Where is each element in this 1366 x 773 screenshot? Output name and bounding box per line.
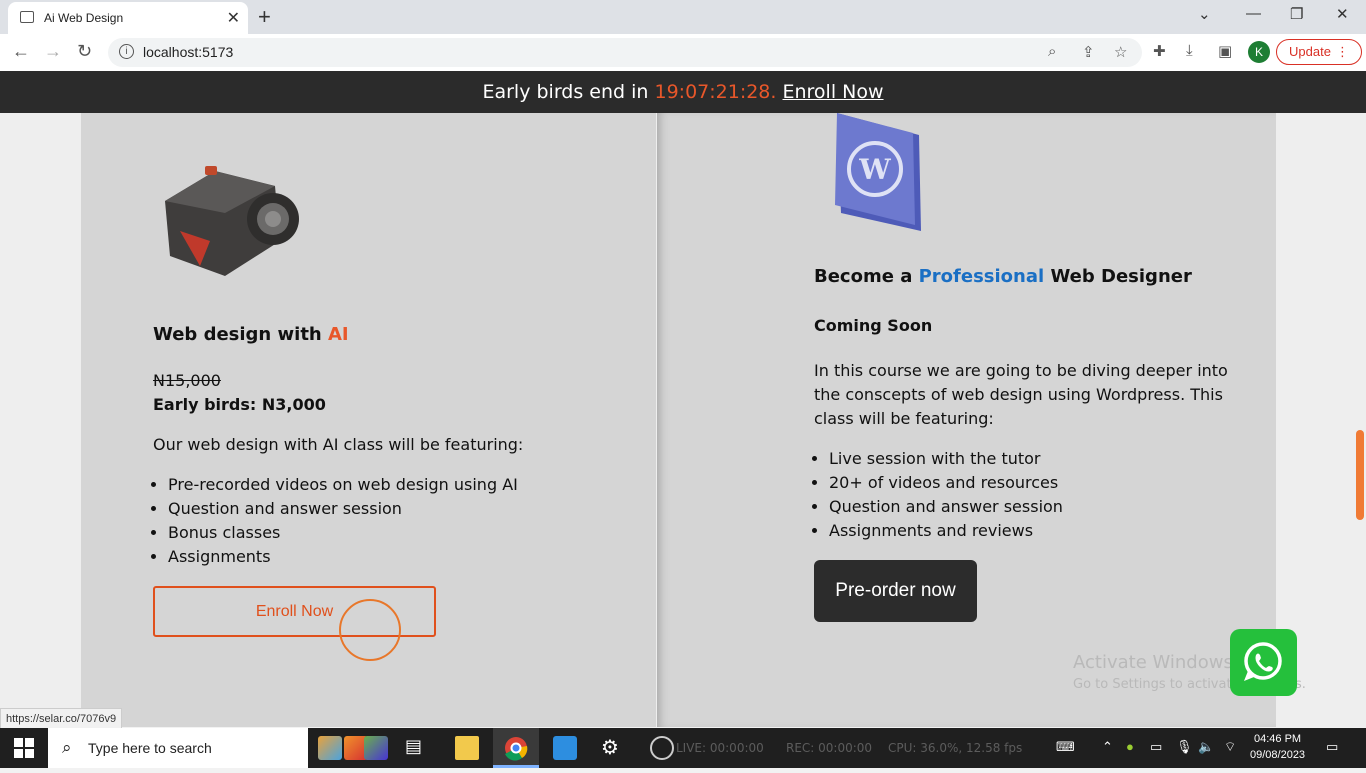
pencils-app-icon[interactable] — [364, 736, 388, 760]
list-item: Bonus classes — [168, 521, 518, 545]
countdown-timer: 19:07:21:28. — [654, 81, 777, 103]
course-title-suffix: Web Designer — [1044, 266, 1192, 287]
share-icon[interactable]: ⇪ — [1082, 43, 1095, 61]
zoom-search-icon[interactable]: ⌕ — [1048, 43, 1056, 60]
chrome-icon — [493, 737, 539, 768]
course-card-wordpress: W Become a Professional Web Designer Com… — [657, 113, 1276, 727]
tray-app-icon[interactable]: ● — [1126, 739, 1134, 754]
vscode-icon[interactable] — [553, 736, 577, 760]
page-favicon-icon — [20, 11, 34, 23]
site-info-icon[interactable]: i — [119, 44, 134, 59]
click-indicator — [339, 599, 401, 661]
profile-avatar[interactable]: K — [1248, 41, 1270, 63]
new-tab-icon[interactable]: + — [258, 4, 271, 30]
whatsapp-button[interactable] — [1230, 629, 1297, 696]
whatsapp-icon — [1244, 642, 1282, 681]
early-bird-banner: Early birds end in 19:07:21:28. Enroll N… — [0, 71, 1366, 113]
window-close-icon[interactable]: ✕ — [1336, 5, 1349, 23]
restore-icon[interactable]: ❐ — [1290, 5, 1303, 23]
taskbar-search[interactable]: ⌕ Type here to search — [48, 728, 308, 768]
old-price: N15,000 — [153, 371, 221, 390]
clock-time: 04:46 PM — [1253, 733, 1302, 745]
file-explorer-icon[interactable] — [455, 736, 479, 760]
download-icon[interactable]: ⤓ — [1186, 42, 1193, 59]
course-card-ai: Web design with AI N15,000 Early birds: … — [81, 113, 656, 727]
tab-strip: Ai Web Design ✕ + ⌄ — ❐ ✕ — [0, 0, 1366, 34]
tray-chevron-icon[interactable]: ⌃ — [1102, 739, 1113, 755]
tab-title: Ai Web Design — [44, 11, 124, 25]
reload-icon[interactable]: ↻ — [77, 41, 92, 62]
side-panel-icon[interactable]: ▣ — [1218, 42, 1232, 60]
address-bar[interactable]: i localhost:5173 ⌕ ⇪ ☆ — [108, 38, 1142, 67]
task-view-icon[interactable]: ▤ — [405, 736, 429, 760]
early-bird-price: Early birds: N3,000 — [153, 395, 326, 414]
update-label: Update — [1289, 44, 1331, 59]
volume-icon[interactable]: 🔈 — [1198, 739, 1214, 755]
feature-list: Pre-recorded videos on web design using … — [150, 473, 518, 569]
windows-taskbar: ⌕ Type here to search ▤ ⚙ LIVE: 00:00:00… — [0, 728, 1366, 768]
system-clock[interactable]: 04:46 PM 09/08/2023 — [1250, 731, 1305, 763]
notifications-icon[interactable]: ▭ — [1326, 739, 1338, 755]
camera-3d-icon — [165, 166, 299, 276]
course-intro: Our web design with AI class will be fea… — [153, 435, 524, 454]
clock-date: 09/08/2023 — [1250, 749, 1306, 761]
battery-icon[interactable]: ▭ — [1150, 739, 1162, 755]
list-item: Assignments — [168, 545, 518, 569]
obs-icon[interactable] — [650, 736, 674, 760]
list-item: Pre-recorded videos on web design using … — [168, 473, 518, 497]
link-status-url: https://selar.co/7076v9 — [0, 708, 123, 730]
menu-dots-icon: ⋮ — [1336, 44, 1349, 59]
back-icon[interactable]: ← — [12, 41, 30, 62]
course-title-text: Web design with — [153, 324, 328, 345]
extensions-icon[interactable]: ✚ — [1153, 42, 1166, 60]
list-item: 20+ of videos and resources — [829, 471, 1063, 495]
course-title: Web design with AI — [153, 324, 349, 345]
page-scrollbar[interactable] — [1356, 430, 1364, 520]
settings-gear-icon[interactable]: ⚙ — [601, 736, 625, 760]
svg-text:W: W — [858, 153, 891, 186]
url-text[interactable]: localhost:5173 — [143, 44, 233, 60]
chrome-taskbar-item[interactable] — [493, 728, 539, 768]
wifi-icon[interactable]: ⌔ — [1224, 739, 1236, 755]
wordpress-3d-icon: W — [835, 113, 921, 231]
course-title-accent: Professional — [918, 266, 1045, 287]
forward-icon[interactable]: → — [44, 41, 62, 62]
course-title: Become a Professional Web Designer — [814, 266, 1192, 287]
course-intro: In this course we are going to be diving… — [814, 361, 1228, 428]
pre-order-button[interactable]: Pre-order now — [814, 560, 977, 622]
microphone-icon[interactable]: 🎙 — [1176, 739, 1193, 755]
list-item: Assignments and reviews — [829, 519, 1063, 543]
list-item: Question and answer session — [829, 495, 1063, 519]
banner-enroll-link[interactable]: Enroll Now — [782, 81, 883, 103]
course-title-text: Become a — [814, 266, 919, 287]
coming-soon-label: Coming Soon — [814, 316, 933, 335]
feature-list: Live session with the tutor 20+ of video… — [811, 447, 1063, 543]
course-title-accent: AI — [328, 324, 349, 345]
minimize-icon[interactable]: — — [1246, 5, 1261, 22]
close-tab-icon[interactable]: ✕ — [227, 8, 240, 28]
list-item: Question and answer session — [168, 497, 518, 521]
browser-tab[interactable]: Ai Web Design ✕ — [8, 2, 248, 34]
update-button[interactable]: Update ⋮ — [1276, 39, 1362, 65]
obs-live-status: LIVE: 00:00:00 — [676, 741, 764, 755]
tab-search-chevron-icon[interactable]: ⌄ — [1198, 5, 1211, 23]
windows-start-icon[interactable] — [14, 738, 34, 758]
search-icon: ⌕ — [62, 738, 72, 757]
obs-rec-status: REC: 00:00:00 — [786, 741, 873, 755]
bookmark-star-icon[interactable]: ☆ — [1114, 43, 1127, 61]
search-input[interactable]: Type here to search — [88, 740, 212, 756]
browser-toolbar: ← → ↻ i localhost:5173 ⌕ ⇪ ☆ ✚ ⤓ ▣ K Upd… — [0, 34, 1366, 72]
banner-text: Early birds end in — [482, 81, 655, 103]
page-content: Web design with AI N15,000 Early birds: … — [0, 113, 1366, 727]
obs-cpu-status: CPU: 36.0%, 12.58 fps — [888, 741, 1023, 755]
books-app-icon[interactable] — [318, 736, 342, 760]
list-item: Live session with the tutor — [829, 447, 1063, 471]
keyboard-icon[interactable]: ⌨ — [1056, 739, 1075, 755]
